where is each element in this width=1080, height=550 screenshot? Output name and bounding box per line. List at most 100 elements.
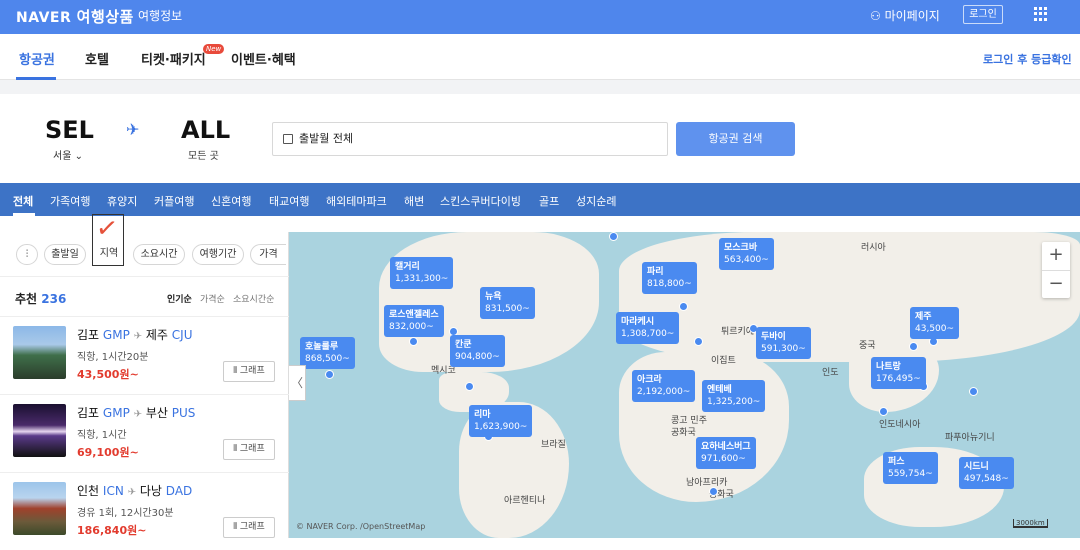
price-pin[interactable]: 엔테베 1,325,200~	[702, 380, 766, 412]
destination-dot[interactable]	[609, 232, 618, 241]
category-resort[interactable]: 휴양지	[107, 193, 137, 209]
chart-icon: ⫴	[233, 444, 238, 454]
category-beach[interactable]: 해변	[404, 193, 424, 209]
category-family[interactable]: 가족여행	[50, 193, 90, 209]
destination-thumbnail	[13, 326, 66, 379]
country-label: 이집트	[711, 356, 736, 366]
price-pin[interactable]: 뉴욕 831,500~	[480, 287, 535, 319]
airplane-icon: ✈	[127, 487, 137, 498]
list-item[interactable]: 김포 GMP ✈ 제주 CJU 직항, 1시간20분 43,500원~ ⫴ 그래…	[0, 316, 289, 394]
category-all[interactable]: 전체	[13, 193, 33, 209]
price-pin[interactable]: 모스크바 563,400~	[719, 238, 774, 270]
tab-flights[interactable]: 항공권	[19, 49, 55, 68]
filter-settings-icon[interactable]: ⫶	[16, 244, 38, 265]
apps-grid-icon[interactable]	[1034, 7, 1048, 21]
category-themepark[interactable]: 해외테마파크	[326, 193, 387, 209]
destination-thumbnail	[13, 404, 66, 457]
map-copyright: © NAVER Corp. /OpenStreetMap	[296, 522, 426, 531]
price-pin[interactable]: 퍼스 559,754~	[883, 452, 938, 484]
airplane-icon: ✈	[133, 331, 143, 342]
tab-events[interactable]: 이벤트·혜택	[231, 49, 296, 68]
mypage-link[interactable]: ⚇ 마이페이지	[870, 7, 940, 24]
tab-hotels[interactable]: 호텔	[85, 49, 109, 68]
country-label: 아르헨티나	[504, 496, 546, 506]
price: 43,500원~	[77, 368, 139, 381]
graph-button[interactable]: ⫴ 그래프	[223, 361, 275, 382]
graph-button[interactable]: ⫴ 그래프	[223, 439, 275, 460]
destination-dot[interactable]	[709, 487, 718, 496]
active-category-indicator	[13, 213, 35, 216]
price-pin[interactable]: 아크라 2,192,000~	[632, 370, 696, 402]
naver-logo[interactable]: NAVER 여행상품	[16, 6, 134, 27]
tab-tickets-packages[interactable]: 티켓·패키지	[141, 49, 206, 68]
destination-dot[interactable]	[879, 407, 888, 416]
airplane-icon: ✈	[126, 120, 140, 139]
filter-duration[interactable]: 소요시간	[133, 244, 185, 265]
price-pin[interactable]: 제주 43,500~	[910, 307, 960, 339]
origin-city[interactable]: 서울 ⌄	[53, 147, 83, 162]
map-scale: 3000km	[1013, 519, 1048, 528]
sort-popular[interactable]: 인기순	[167, 292, 192, 305]
origin-code[interactable]: SEL	[45, 116, 94, 144]
filter-trip-length[interactable]: 여행기간	[192, 244, 244, 265]
country-label: 인도	[822, 368, 839, 378]
category-scuba[interactable]: 스킨스쿠버다이빙	[440, 193, 521, 209]
country-label: 파푸아뉴기니	[945, 433, 995, 443]
departure-month-select[interactable]: 출발월 전체	[272, 122, 668, 156]
route: 인천 ICN ✈ 다낭 DAD	[77, 484, 193, 498]
calendar-icon	[283, 134, 293, 144]
price-pin[interactable]: 요하네스버그 971,600~	[696, 437, 756, 469]
filter-price[interactable]: 가격	[250, 244, 286, 265]
price-pin[interactable]: 호놀룰루 868,500~	[300, 337, 355, 369]
travel-info-link[interactable]: 여행정보	[138, 7, 182, 24]
divider	[128, 10, 129, 22]
price-pin[interactable]: 나트랑 176,495~	[871, 357, 926, 389]
results-panel: ⫶ 출발일 지역 소요시간 여행기간 가격 ✓ 추천 236 인기순 가격순 소…	[0, 213, 289, 538]
zoom-in-button[interactable]: +	[1042, 242, 1070, 270]
list-item[interactable]: 김포 GMP ✈ 부산 PUS 직항, 1시간 69,100원~ ⫴ 그래프	[0, 394, 289, 472]
world-map[interactable]: 러시아 이집트 중국 인도 인도네시아 파푸아뉴기니 브라질 아르헨티나 멕시코…	[289, 232, 1080, 538]
category-pilgrimage[interactable]: 성지순례	[576, 193, 616, 209]
top-bar: NAVER 여행상품 여행정보 ⚇ 마이페이지 로그인	[0, 0, 1080, 34]
price-pin[interactable]: 칸쿤 904,800~	[450, 335, 505, 367]
category-babymoon[interactable]: 태교여행	[269, 193, 309, 209]
collapse-panel-button[interactable]: 〈	[289, 365, 306, 401]
price-pin[interactable]: 파리 818,800~	[642, 262, 697, 294]
price-pin[interactable]: 시드니 497,548~	[959, 457, 1014, 489]
destination-dot[interactable]	[969, 387, 978, 396]
price-pin[interactable]: 로스앤젤레스 832,000~	[384, 305, 444, 337]
sort-duration[interactable]: 소요시간순	[233, 292, 274, 305]
price-pin[interactable]: 두바이 591,300~	[756, 327, 811, 359]
login-grade-link[interactable]: 로그인 후 등급확인	[983, 51, 1072, 67]
destination-dot[interactable]	[325, 370, 334, 379]
category-couple[interactable]: 커플여행	[154, 193, 194, 209]
new-badge: New	[203, 44, 225, 54]
destination-dot[interactable]	[694, 337, 703, 346]
filter-bar: ⫶ 출발일 지역 소요시간 여행기간 가격 ✓	[0, 213, 289, 277]
airplane-icon: ✈	[133, 409, 143, 420]
separator	[0, 80, 1080, 94]
filter-departure-date[interactable]: 출발일	[44, 244, 86, 265]
price-pin[interactable]: 마라케시 1,308,700~	[616, 312, 680, 344]
flight-detail: 직항, 1시간	[77, 430, 127, 441]
route: 김포 GMP ✈ 제주 CJU	[77, 328, 193, 342]
destination-dot[interactable]	[679, 302, 688, 311]
price-pin[interactable]: 리마 1,623,900~	[469, 405, 533, 437]
destination-dot[interactable]	[409, 337, 418, 346]
destination-city[interactable]: 모든 곳	[188, 147, 219, 162]
category-honeymoon[interactable]: 신혼여행	[211, 193, 251, 209]
destination-code[interactable]: ALL	[181, 116, 230, 144]
flight-search-button[interactable]: 항공권 검색	[676, 122, 795, 156]
country-label: 인도네시아	[879, 420, 921, 430]
graph-button[interactable]: ⫴ 그래프	[223, 517, 275, 538]
login-button[interactable]: 로그인	[963, 5, 1003, 24]
sort-price[interactable]: 가격순	[200, 292, 225, 305]
route: 김포 GMP ✈ 부산 PUS	[77, 406, 196, 420]
price-pin[interactable]: 캘거리 1,331,300~	[390, 257, 454, 289]
destination-dot[interactable]	[465, 382, 474, 391]
destination-dot[interactable]	[909, 342, 918, 351]
chevron-down-icon: ⌄	[74, 151, 83, 162]
category-golf[interactable]: 골프	[539, 193, 559, 209]
zoom-out-button[interactable]: −	[1042, 270, 1070, 298]
list-item[interactable]: 인천 ICN ✈ 다낭 DAD 경유 1회, 12시간30분 186,840원~…	[0, 472, 289, 550]
